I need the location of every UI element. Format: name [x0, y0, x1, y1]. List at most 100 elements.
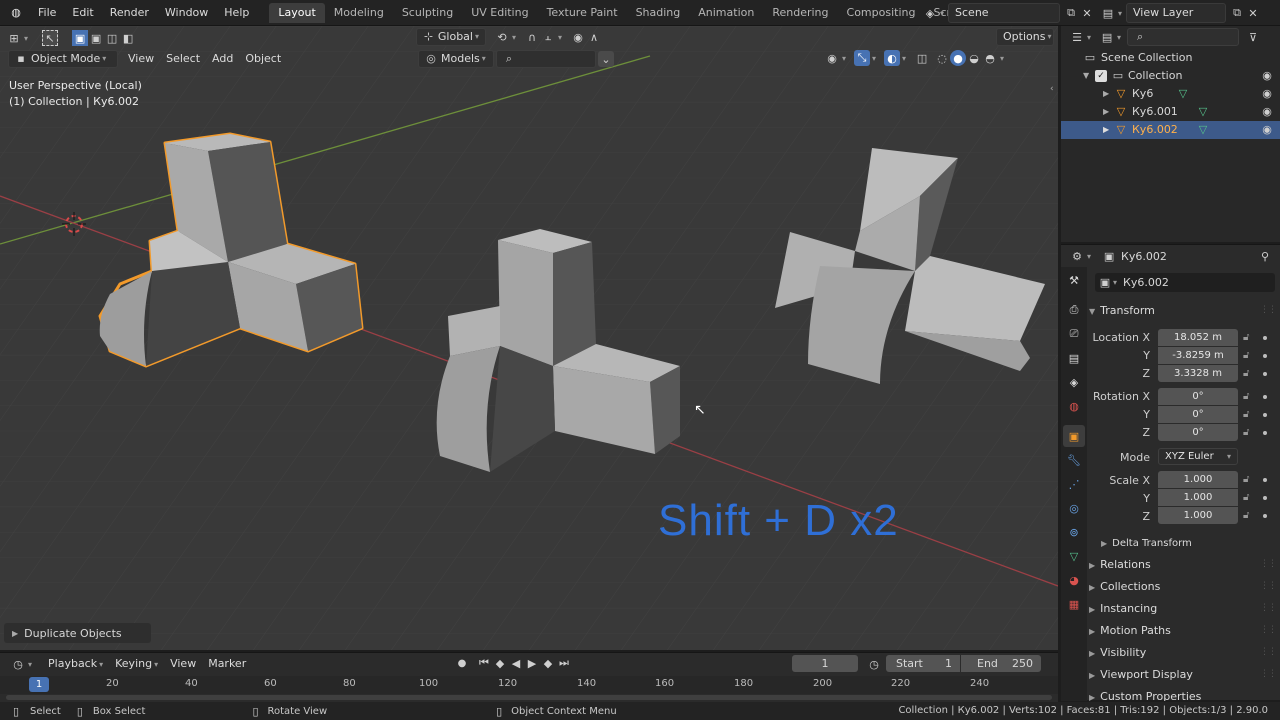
instancing-panel[interactable]: ▶ Instancing ⋮⋮: [1089, 598, 1280, 619]
mode-dropdown[interactable]: ▪ Object Mode ▾: [8, 50, 118, 68]
last-operator-panel[interactable]: ▶ Duplicate Objects: [4, 623, 151, 643]
lock-icon[interactable]: 🔓︎: [1243, 332, 1249, 343]
timeline-scrollbar[interactable]: [6, 695, 1052, 700]
copy-scene-icon[interactable]: ⧉: [1063, 5, 1079, 21]
close-view-layer-icon[interactable]: ✕: [1245, 5, 1261, 21]
material-shading-icon[interactable]: ◒: [966, 50, 982, 66]
delta-transform-header[interactable]: ▶ Delta Transform: [1101, 532, 1276, 553]
menu-file[interactable]: File: [30, 0, 64, 26]
scene-field[interactable]: Scene: [948, 3, 1061, 23]
menu-select[interactable]: Select: [160, 50, 206, 68]
proportional-edit-icon[interactable]: ◉: [570, 29, 586, 45]
visibility-panel[interactable]: ▶ Visibility ⋮⋮: [1089, 642, 1280, 663]
sidebar-toggle-icon[interactable]: ‹: [1050, 84, 1054, 94]
texture-tab-icon[interactable]: ▦: [1063, 593, 1085, 615]
rotation-z-field[interactable]: 0°: [1158, 424, 1238, 441]
display-mode-icon[interactable]: ▤: [1099, 29, 1115, 45]
collections-panel[interactable]: ▶ Collections ⋮⋮: [1089, 576, 1280, 597]
drag-handle-icon[interactable]: ⋮⋮: [1260, 598, 1277, 619]
expand-triangle-icon[interactable]: ▶: [1103, 103, 1113, 121]
frame-ruler[interactable]: 1 20 40 60 80 100 120 140 160 180 200 22…: [0, 676, 1058, 694]
options-button[interactable]: Options ▾: [996, 28, 1054, 46]
modifier-tab-icon[interactable]: 🔧︎: [1063, 449, 1085, 471]
relations-panel[interactable]: ▶ Relations ⋮⋮: [1089, 554, 1280, 575]
tab-uv-editing[interactable]: UV Editing: [462, 3, 537, 23]
keyframe-dot[interactable]: [1263, 413, 1267, 417]
blender-logo-icon[interactable]: ◍: [8, 5, 24, 21]
rendered-shading-icon[interactable]: ◓: [982, 50, 998, 66]
keyframe-dot[interactable]: [1263, 431, 1267, 435]
pin-icon[interactable]: ⚲: [1257, 248, 1273, 264]
eye-icon[interactable]: ◉: [1259, 122, 1275, 138]
filter-icon[interactable]: ⊽: [1245, 29, 1261, 45]
keyframe-dot[interactable]: [1263, 354, 1267, 358]
end-frame-field[interactable]: End 250: [961, 655, 1041, 672]
record-icon[interactable]: ●: [454, 655, 470, 671]
checkbox-icon[interactable]: ✓: [1095, 70, 1107, 82]
scale-x-field[interactable]: 1.000: [1158, 471, 1238, 488]
lock-icon[interactable]: 🔓︎: [1243, 368, 1249, 379]
keyframe-dot[interactable]: [1263, 514, 1267, 518]
menu-render[interactable]: Render: [102, 0, 157, 26]
rotation-x-field[interactable]: 0°: [1158, 388, 1238, 405]
mesh-data-icon[interactable]: ▽: [1175, 86, 1191, 102]
snap-icon[interactable]: ∩: [524, 29, 540, 45]
menu-keying[interactable]: Keying ▾: [109, 655, 164, 673]
collection-dropdown[interactable]: ◎ Models ▾: [418, 50, 494, 68]
outliner-item-ku6-002[interactable]: ▶ ▽ Ку6.002 ▽ ◉: [1061, 121, 1280, 139]
material-tab-icon[interactable]: ◕: [1063, 569, 1085, 591]
drag-handle-icon[interactable]: ⋮⋮: [1260, 642, 1277, 663]
jump-start-icon[interactable]: ⏮︎: [476, 655, 492, 671]
object-tab-icon[interactable]: ▣: [1063, 425, 1085, 447]
outliner-editor-icon[interactable]: ☰: [1069, 29, 1085, 45]
view-layer-icon[interactable]: ▤: [1100, 5, 1116, 21]
menu-help[interactable]: Help: [216, 0, 257, 26]
current-frame-field[interactable]: 1: [792, 655, 858, 672]
constraints-tab-icon[interactable]: ⊚: [1063, 521, 1085, 543]
close-scene-icon[interactable]: ✕: [1079, 5, 1095, 21]
lock-icon[interactable]: 🔓︎: [1243, 391, 1249, 402]
visibility-icon[interactable]: ◉: [824, 50, 840, 66]
custom-properties-panel[interactable]: ▶ Custom Properties: [1089, 686, 1280, 701]
mesh-data-icon[interactable]: ▽: [1195, 104, 1211, 120]
keyframe-dot[interactable]: [1263, 395, 1267, 399]
particles-tab-icon[interactable]: ⋰: [1063, 473, 1085, 495]
outliner-item-ku6-001[interactable]: ▶ ▽ Ку6.001 ▽ ◉: [1061, 103, 1280, 121]
lock-icon[interactable]: 🔓︎: [1243, 427, 1249, 438]
scene-collection-row[interactable]: ▭ Scene Collection: [1061, 49, 1280, 67]
drag-handle-icon[interactable]: ⋮⋮: [1260, 300, 1277, 321]
solid-shading-icon[interactable]: ●: [950, 50, 967, 66]
menu-window[interactable]: Window: [157, 0, 216, 26]
select-box-new-icon[interactable]: ▣: [72, 30, 89, 46]
menu-edit[interactable]: Edit: [64, 0, 101, 26]
keyframe-dot[interactable]: [1263, 372, 1267, 376]
eye-icon[interactable]: ◉: [1259, 68, 1275, 84]
world-tab-icon[interactable]: ◍: [1063, 395, 1085, 417]
render-tab-icon[interactable]: ⎙: [1063, 299, 1085, 321]
lock-icon[interactable]: 🔓︎: [1243, 510, 1249, 521]
transform-panel-header[interactable]: ▼ Transform ⋮⋮: [1089, 300, 1280, 321]
mesh-data-icon[interactable]: ▽: [1195, 122, 1211, 138]
collapse-triangle-icon[interactable]: ▼: [1083, 67, 1095, 85]
menu-view[interactable]: View: [122, 50, 160, 68]
gizmo-icon[interactable]: ⤡: [854, 50, 871, 66]
lock-icon[interactable]: 🔓︎: [1243, 409, 1249, 420]
tab-texture-paint[interactable]: Texture Paint: [538, 3, 627, 23]
timeline-editor-icon[interactable]: ◷: [10, 656, 26, 672]
editor-type-icon[interactable]: ⊞: [6, 30, 22, 46]
lock-icon[interactable]: 🔓︎: [1243, 474, 1249, 485]
current-frame-indicator[interactable]: 1: [29, 677, 49, 692]
location-z-field[interactable]: 3.3328 m: [1158, 365, 1238, 382]
lock-icon[interactable]: 🔓︎: [1243, 492, 1249, 503]
pivot-icon[interactable]: ⟲: [494, 29, 510, 45]
xray-icon[interactable]: ◫: [914, 50, 930, 66]
keyframe-dot[interactable]: [1263, 478, 1267, 482]
play-reverse-icon[interactable]: ◀: [508, 655, 524, 671]
tab-shading[interactable]: Shading: [627, 3, 690, 23]
prev-keyframe-icon[interactable]: ◆: [492, 655, 508, 671]
select-box-intersect-icon[interactable]: ◧: [120, 30, 136, 46]
eye-icon[interactable]: ◉: [1259, 86, 1275, 102]
expand-triangle-icon[interactable]: ▶: [1103, 121, 1113, 139]
falloff-icon[interactable]: ∧: [586, 29, 602, 45]
drag-handle-icon[interactable]: ⋮⋮: [1260, 620, 1277, 641]
